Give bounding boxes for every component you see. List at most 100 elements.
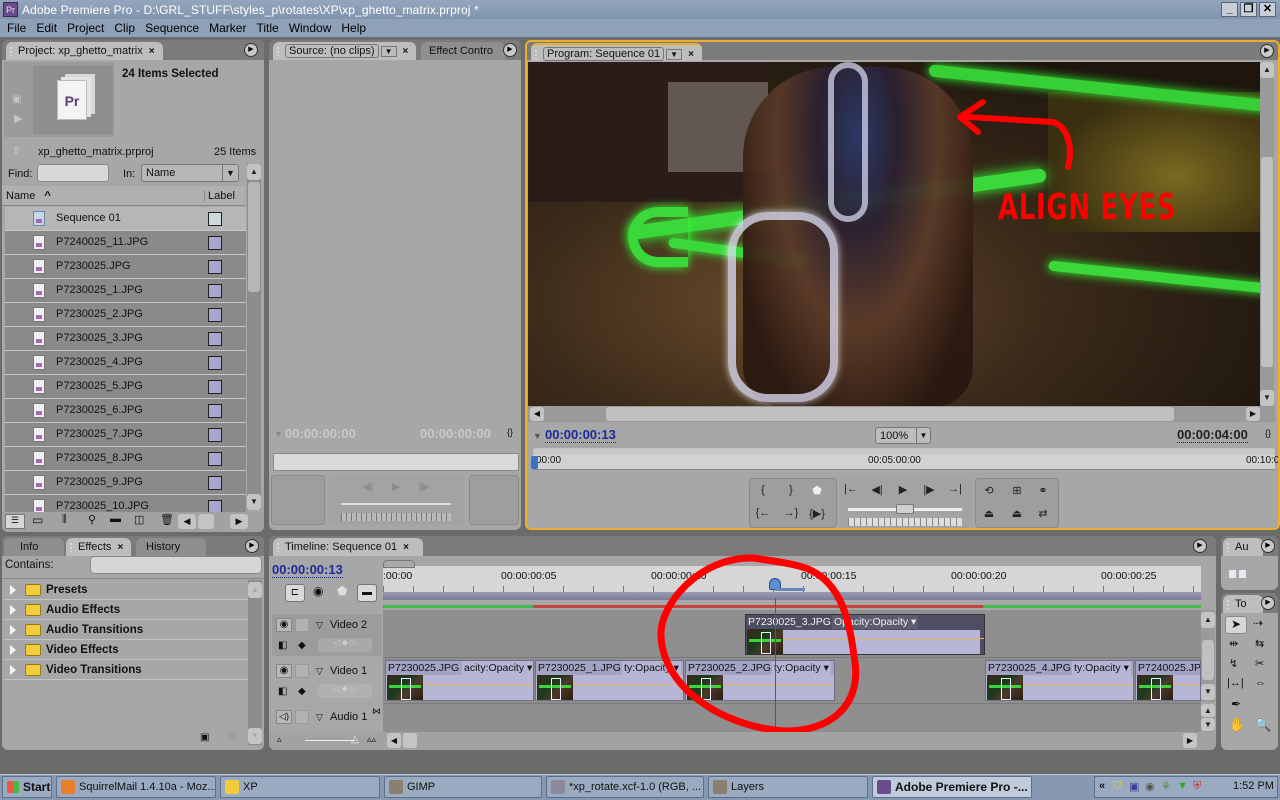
slip-tool-icon[interactable]: |↔|	[1227, 677, 1244, 689]
eye-icon[interactable]: ◉	[276, 618, 292, 632]
label-color-swatch[interactable]	[208, 452, 222, 466]
label-color-swatch[interactable]	[208, 356, 222, 370]
go-to-in-icon[interactable]: {←	[754, 507, 772, 519]
taskbar-button[interactable]: Layers	[708, 776, 868, 798]
keyframe-icon[interactable]: ◆	[298, 686, 306, 697]
pen-tool-icon[interactable]: ✒	[1231, 697, 1241, 711]
effects-scrollbar[interactable]: ▲ ▼	[248, 580, 262, 745]
close-tab-icon[interactable]: ×	[403, 46, 409, 57]
camera-icon[interactable]: ▣	[12, 94, 21, 105]
program-current-timecode[interactable]: 00:00:00:13	[545, 427, 616, 443]
new-custom-bin-icon[interactable]: ▣	[200, 732, 209, 743]
tab-tools[interactable]: To	[1223, 595, 1263, 613]
safe-margins-icon[interactable]: {}	[507, 427, 513, 437]
label-color-swatch[interactable]	[208, 380, 222, 394]
label-color-swatch[interactable]	[208, 428, 222, 442]
lock-toggle[interactable]	[295, 710, 309, 724]
hscroll-left-icon[interactable]: ◀	[178, 514, 196, 529]
marker-icon[interactable]: ▼	[533, 431, 542, 441]
project-scrollbar[interactable]: ▲ ▼	[247, 164, 261, 510]
label-color-swatch[interactable]	[208, 212, 222, 226]
trim-icon[interactable]: ⇄	[1034, 507, 1052, 520]
expand-triangle-icon[interactable]	[10, 665, 16, 675]
panel-menu-button[interactable]: ▶	[1261, 596, 1275, 610]
expand-triangle-icon[interactable]	[10, 625, 16, 635]
mark-in-icon[interactable]: {	[754, 484, 772, 496]
close-tab-icon[interactable]: ×	[117, 542, 123, 553]
panel-menu-button[interactable]: ▶	[503, 43, 517, 57]
tab-history[interactable]: History	[136, 538, 206, 556]
network-disconnected-icon[interactable]: ▣	[1129, 780, 1139, 793]
antivirus-icon[interactable]: ⛨	[1193, 780, 1201, 793]
speaker-icon[interactable]: ◁)	[276, 710, 292, 724]
display-style-icon[interactable]: ◧	[278, 640, 287, 651]
in-dropdown[interactable]: Name ▼	[141, 164, 239, 182]
tab-effects[interactable]: Effects ×	[66, 538, 132, 556]
timeline-clip[interactable]: P7230025.JPG acity:Opacity ▾	[385, 660, 534, 701]
menu-clip[interactable]: Clip	[109, 21, 140, 35]
effects-folder[interactable]: Video Transitions	[5, 660, 248, 680]
playhead-icon[interactable]	[531, 456, 538, 469]
slide-tool-icon[interactable]: ⇔	[1255, 677, 1266, 689]
icon-view-icon[interactable]: ▭	[32, 513, 43, 527]
tab-timeline[interactable]: Timeline: Sequence 01 ×	[273, 538, 423, 556]
taskbar-button[interactable]: Adobe Premiere Pro -...	[872, 776, 1032, 798]
safe-margins-icon[interactable]: {}	[1265, 428, 1271, 438]
usb-device-icon[interactable]: ⚘	[1161, 780, 1171, 793]
scroll-up-icon[interactable]: ▲	[248, 582, 262, 598]
clip-fx-dropdown[interactable]: acity:Opacity ▾	[462, 661, 533, 675]
scroll-thumb[interactable]	[1202, 640, 1214, 680]
tab-audio-meters[interactable]: Au	[1223, 538, 1263, 556]
expand-track-icon[interactable]: ▽	[316, 666, 323, 677]
set-encore-marker-icon[interactable]: ◉	[313, 584, 323, 598]
menu-window[interactable]: Window	[284, 21, 337, 35]
go-to-next-edit-icon[interactable]: →|	[946, 483, 964, 495]
mark-out-icon[interactable]: }	[782, 484, 800, 496]
shuttle-handle[interactable]	[896, 504, 914, 514]
clip-fx-dropdown[interactable]: ty:Opacity ▾	[1072, 661, 1131, 675]
play-icon[interactable]: ▶	[387, 480, 405, 493]
tab-effect-controls[interactable]: Effect Contro	[421, 42, 505, 60]
new-item-icon[interactable]: ◫	[134, 513, 144, 526]
taskbar-button[interactable]: SquirrelMail 1.4.10a - Moz...	[56, 776, 216, 798]
timeline-clip[interactable]: P7240025.JP	[1135, 660, 1201, 701]
scroll-left-icon[interactable]: ◀	[530, 407, 544, 421]
scroll-thumb[interactable]	[248, 182, 260, 292]
expand-track-icon[interactable]: ▽	[316, 620, 323, 631]
program-hscroll[interactable]: ◀ ▶	[528, 406, 1275, 422]
chevron-down-icon[interactable]: ▼	[380, 46, 397, 57]
play-in-to-out-icon[interactable]: {▶}	[808, 507, 826, 520]
step-back-icon[interactable]: ◀|	[359, 480, 377, 493]
clock[interactable]: 1:52 PM	[1233, 780, 1274, 792]
tab-source[interactable]: Source: (no clips) ▼ ×	[273, 42, 417, 60]
timeline-current-timecode[interactable]: 00:00:00:13	[272, 562, 343, 578]
panel-menu-button[interactable]: ▶	[1261, 539, 1275, 553]
project-item-row[interactable]: P7230025_1.JPG	[5, 279, 246, 303]
project-item-row[interactable]: P7240025_11.JPG	[5, 231, 246, 255]
work-area-start-handle[interactable]	[383, 560, 415, 568]
panel-menu-button[interactable]: ▶	[1193, 539, 1207, 553]
project-item-row[interactable]: P7230025_3.JPG	[5, 327, 246, 351]
zoom-dropdown[interactable]: 100% ▼	[875, 427, 931, 444]
effects-folder[interactable]: Audio Effects	[5, 600, 248, 620]
tray-expand-icon[interactable]: «	[1099, 780, 1105, 792]
menu-marker[interactable]: Marker	[204, 21, 251, 35]
source-timecode[interactable]: 00:00:00:00	[285, 426, 356, 441]
panel-menu-button[interactable]: ▶	[1260, 44, 1274, 58]
project-item-row[interactable]: P7230025_8.JPG	[5, 447, 246, 471]
keyframe-nav[interactable]: ◁ ◆ ▷	[318, 638, 372, 652]
close-tab-icon[interactable]: ×	[149, 46, 155, 57]
scroll-right-icon[interactable]: ▶	[1246, 407, 1260, 421]
column-label-header[interactable]: Label	[204, 190, 235, 202]
menu-sequence[interactable]: Sequence	[140, 21, 204, 35]
scroll-thumb[interactable]	[1261, 157, 1273, 367]
minimize-button[interactable]: _	[1221, 2, 1238, 17]
tab-project[interactable]: Project: xp_ghetto_matrix ×	[6, 42, 163, 60]
scroll-down-icon[interactable]: ▼	[1260, 390, 1274, 406]
label-color-swatch[interactable]	[208, 308, 222, 322]
delete-icon[interactable]: 🗑	[226, 732, 239, 743]
rate-stretch-tool-icon[interactable]: ↯	[1229, 657, 1238, 670]
project-item-row[interactable]: P7230025_6.JPG	[5, 399, 246, 423]
wireless-icon[interactable]: ▼	[1177, 780, 1188, 792]
panel-menu-button[interactable]: ▶	[244, 43, 258, 57]
